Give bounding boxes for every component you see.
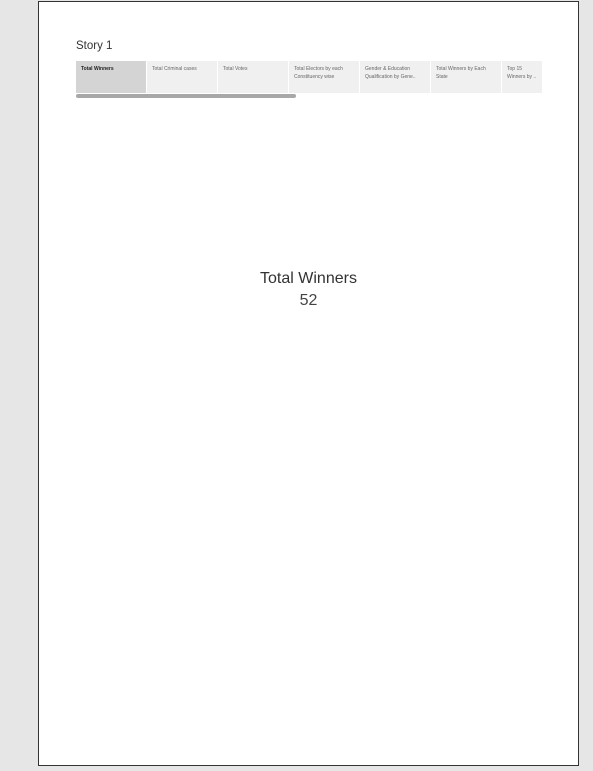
scrollbar-thumb[interactable] — [76, 94, 296, 98]
story-point-winners-by-state[interactable]: Total Winners by Each State — [431, 61, 502, 93]
story-point-total-electors[interactable]: Total Electors by each Constituency wise — [289, 61, 360, 93]
story-point-total-votes[interactable]: Total Votes — [218, 61, 289, 93]
kpi-label: Total Winners — [260, 270, 357, 287]
story-point-total-winners[interactable]: Total Winners — [76, 61, 147, 93]
story-points: Total Winners Total Criminal cases Total… — [76, 61, 542, 93]
story-point-gender-education[interactable]: Gender & Education Qualification by Gene… — [360, 61, 431, 93]
story-point-top-15-winners[interactable]: Top 15 Winners by .. — [502, 61, 542, 93]
kpi-value: 52 — [299, 292, 318, 309]
story-page: Story 1 Total Winners Total Criminal cas… — [38, 1, 579, 766]
story-navigator: Total Winners Total Criminal cases Total… — [76, 61, 542, 98]
story-point-total-criminal-cases[interactable]: Total Criminal cases — [147, 61, 218, 93]
story-title: Story 1 — [76, 40, 113, 52]
story-scrollbar[interactable] — [76, 93, 542, 98]
kpi-card: Total Winners 52 — [39, 268, 578, 312]
